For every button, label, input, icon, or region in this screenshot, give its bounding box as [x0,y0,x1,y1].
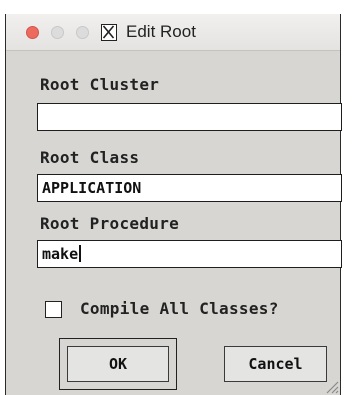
close-button[interactable] [26,26,39,39]
root-cluster-input[interactable] [37,103,342,131]
root-procedure-value: make [42,245,79,263]
root-class-input[interactable]: APPLICATION [37,174,342,202]
minimize-button[interactable] [51,26,64,39]
compile-all-label[interactable]: Compile All Classes? [80,299,279,318]
root-cluster-label: Root Cluster [40,75,160,94]
title-bar[interactable]: Edit Root [6,14,340,51]
root-class-label: Root Class [40,148,140,167]
window-title: Edit Root [126,22,196,41]
text-caret [79,245,81,262]
resize-grip-icon[interactable] [323,378,339,394]
edit-root-dialog: Edit Root Root Cluster Root Class APPLIC… [5,14,342,395]
x11-icon [101,24,117,41]
cancel-button[interactable]: Cancel [224,346,327,382]
root-procedure-label: Root Procedure [40,214,180,233]
root-procedure-input[interactable]: make [37,240,342,268]
zoom-button[interactable] [76,26,89,39]
compile-all-checkbox[interactable] [45,301,62,318]
ok-button[interactable]: OK [59,338,177,390]
